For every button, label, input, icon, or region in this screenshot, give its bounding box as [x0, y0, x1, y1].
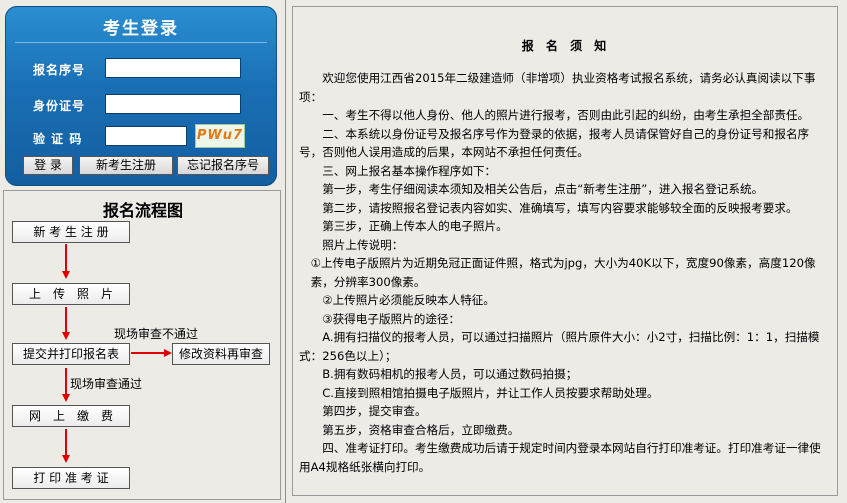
notice-paragraph: ②上传照片必须能反映本人特征。 — [322, 293, 495, 307]
registration-number-label: 报名序号 — [33, 63, 86, 77]
id-number-input[interactable] — [105, 94, 241, 114]
notice-paragraph: 第三步，正确上传本人的电子照片。 — [322, 219, 508, 233]
note-review-passed: 现场审查通过 — [70, 377, 143, 391]
left-panel: 考生登录 报名序号 身份证号 验 证 码 PWu7 登 录 新考生注册 忘记报名… — [0, 0, 284, 503]
column-divider — [285, 0, 286, 503]
login-title: 考生登录 — [103, 19, 179, 39]
login-panel: 考生登录 报名序号 身份证号 验 证 码 PWu7 登 录 新考生注册 忘记报名… — [5, 6, 277, 186]
captcha-label: 验 证 码 — [33, 132, 83, 146]
notice-paragraph: ①上传电子版照片为近期免冠正面证件照，格式为jpg，大小为40K以下，宽度90像… — [310, 256, 816, 289]
notice-paragraph: 欢迎您使用江西省2015年二级建造师（非增项）执业资格考试报名系统，请务必认真阅… — [299, 71, 816, 104]
registration-notice-panel: 报 名 须 知 欢迎您使用江西省2015年二级建造师（非增项）执业资格考试报名系… — [292, 6, 838, 496]
captcha-image[interactable]: PWu7 — [195, 124, 245, 148]
step-new-registration: 新 考 生 注 册 — [12, 221, 130, 243]
notice-paragraph: 第一步，考生仔细阅读本须知及相关公告后，点击“新考生注册”，进入报名登记系统。 — [322, 182, 764, 196]
new-registration-button[interactable]: 新考生注册 — [79, 156, 173, 175]
notice-paragraph: 一、考生不得以他人身份、他人的照片进行报考，否则由此引起的纠纷，由考生承担全部责… — [322, 108, 810, 122]
note-review-failed: 现场审查不通过 — [114, 327, 199, 341]
step-online-payment: 网 上 缴 费 — [12, 405, 130, 427]
step-upload-photo: 上 传 照 片 — [12, 283, 130, 305]
notice-paragraph: 二、本系统以身份证号及报名序号作为登录的依据，报考人员请保管好自己的身份证号和报… — [299, 126, 810, 160]
registration-number-input[interactable] — [105, 58, 241, 78]
step-print-admission-ticket: 打 印 准 考 证 — [12, 467, 130, 489]
notice-paragraph: 四、准考证打印。考生缴费成功后请于规定时间内登录本网站自行打印准考证。打印准考证… — [299, 441, 821, 474]
notice-paragraph: ③获得电子版照片的途径： — [322, 311, 461, 326]
notice-paragraph: A.拥有扫描仪的报考人员，可以通过扫描照片（照片原件大小：小2寸，扫描比例：1：… — [299, 330, 820, 363]
step-submit-print-form: 提交并打印报名表 — [12, 343, 130, 365]
captcha-input[interactable] — [105, 126, 187, 146]
notice-paragraph: 第五步，资格审查合格后，立即缴费。 — [322, 422, 520, 437]
step-modify-review: 修改资料再审查 — [172, 343, 270, 365]
id-number-label: 身份证号 — [33, 99, 86, 113]
notice-paragraph: 三、网上报名基本操作程序如下： — [322, 163, 497, 178]
notice-paragraph: B.拥有数码相机的报考人员，可以通过数码拍摄； — [322, 367, 578, 381]
notice-paragraph: 照片上传说明： — [322, 237, 404, 252]
notice-paragraph: 第四步，提交审查。 — [322, 404, 427, 418]
notice-paragraph: 第二步，请按照报名登记表内容如实、准确填写，填写内容要求能够较全面的反映报考要求… — [322, 200, 798, 215]
notice-paragraph: C.直接到照相馆拍摄电子版照片，并让工作人员按要求帮助处理。 — [322, 385, 659, 400]
forgot-number-button[interactable]: 忘记报名序号 — [177, 156, 269, 175]
login-title-divider — [15, 42, 267, 43]
login-button[interactable]: 登 录 — [23, 156, 73, 175]
notice-body: 欢迎您使用江西省2015年二级建造师（非增项）执业资格考试报名系统，请务必认真阅… — [299, 69, 827, 476]
flow-chart-panel: 报名流程图 新 考 生 注 册 上 传 照 片 提交并打印报名表 修改资料再审查… — [3, 190, 281, 500]
notice-title: 报 名 须 知 — [521, 39, 611, 53]
